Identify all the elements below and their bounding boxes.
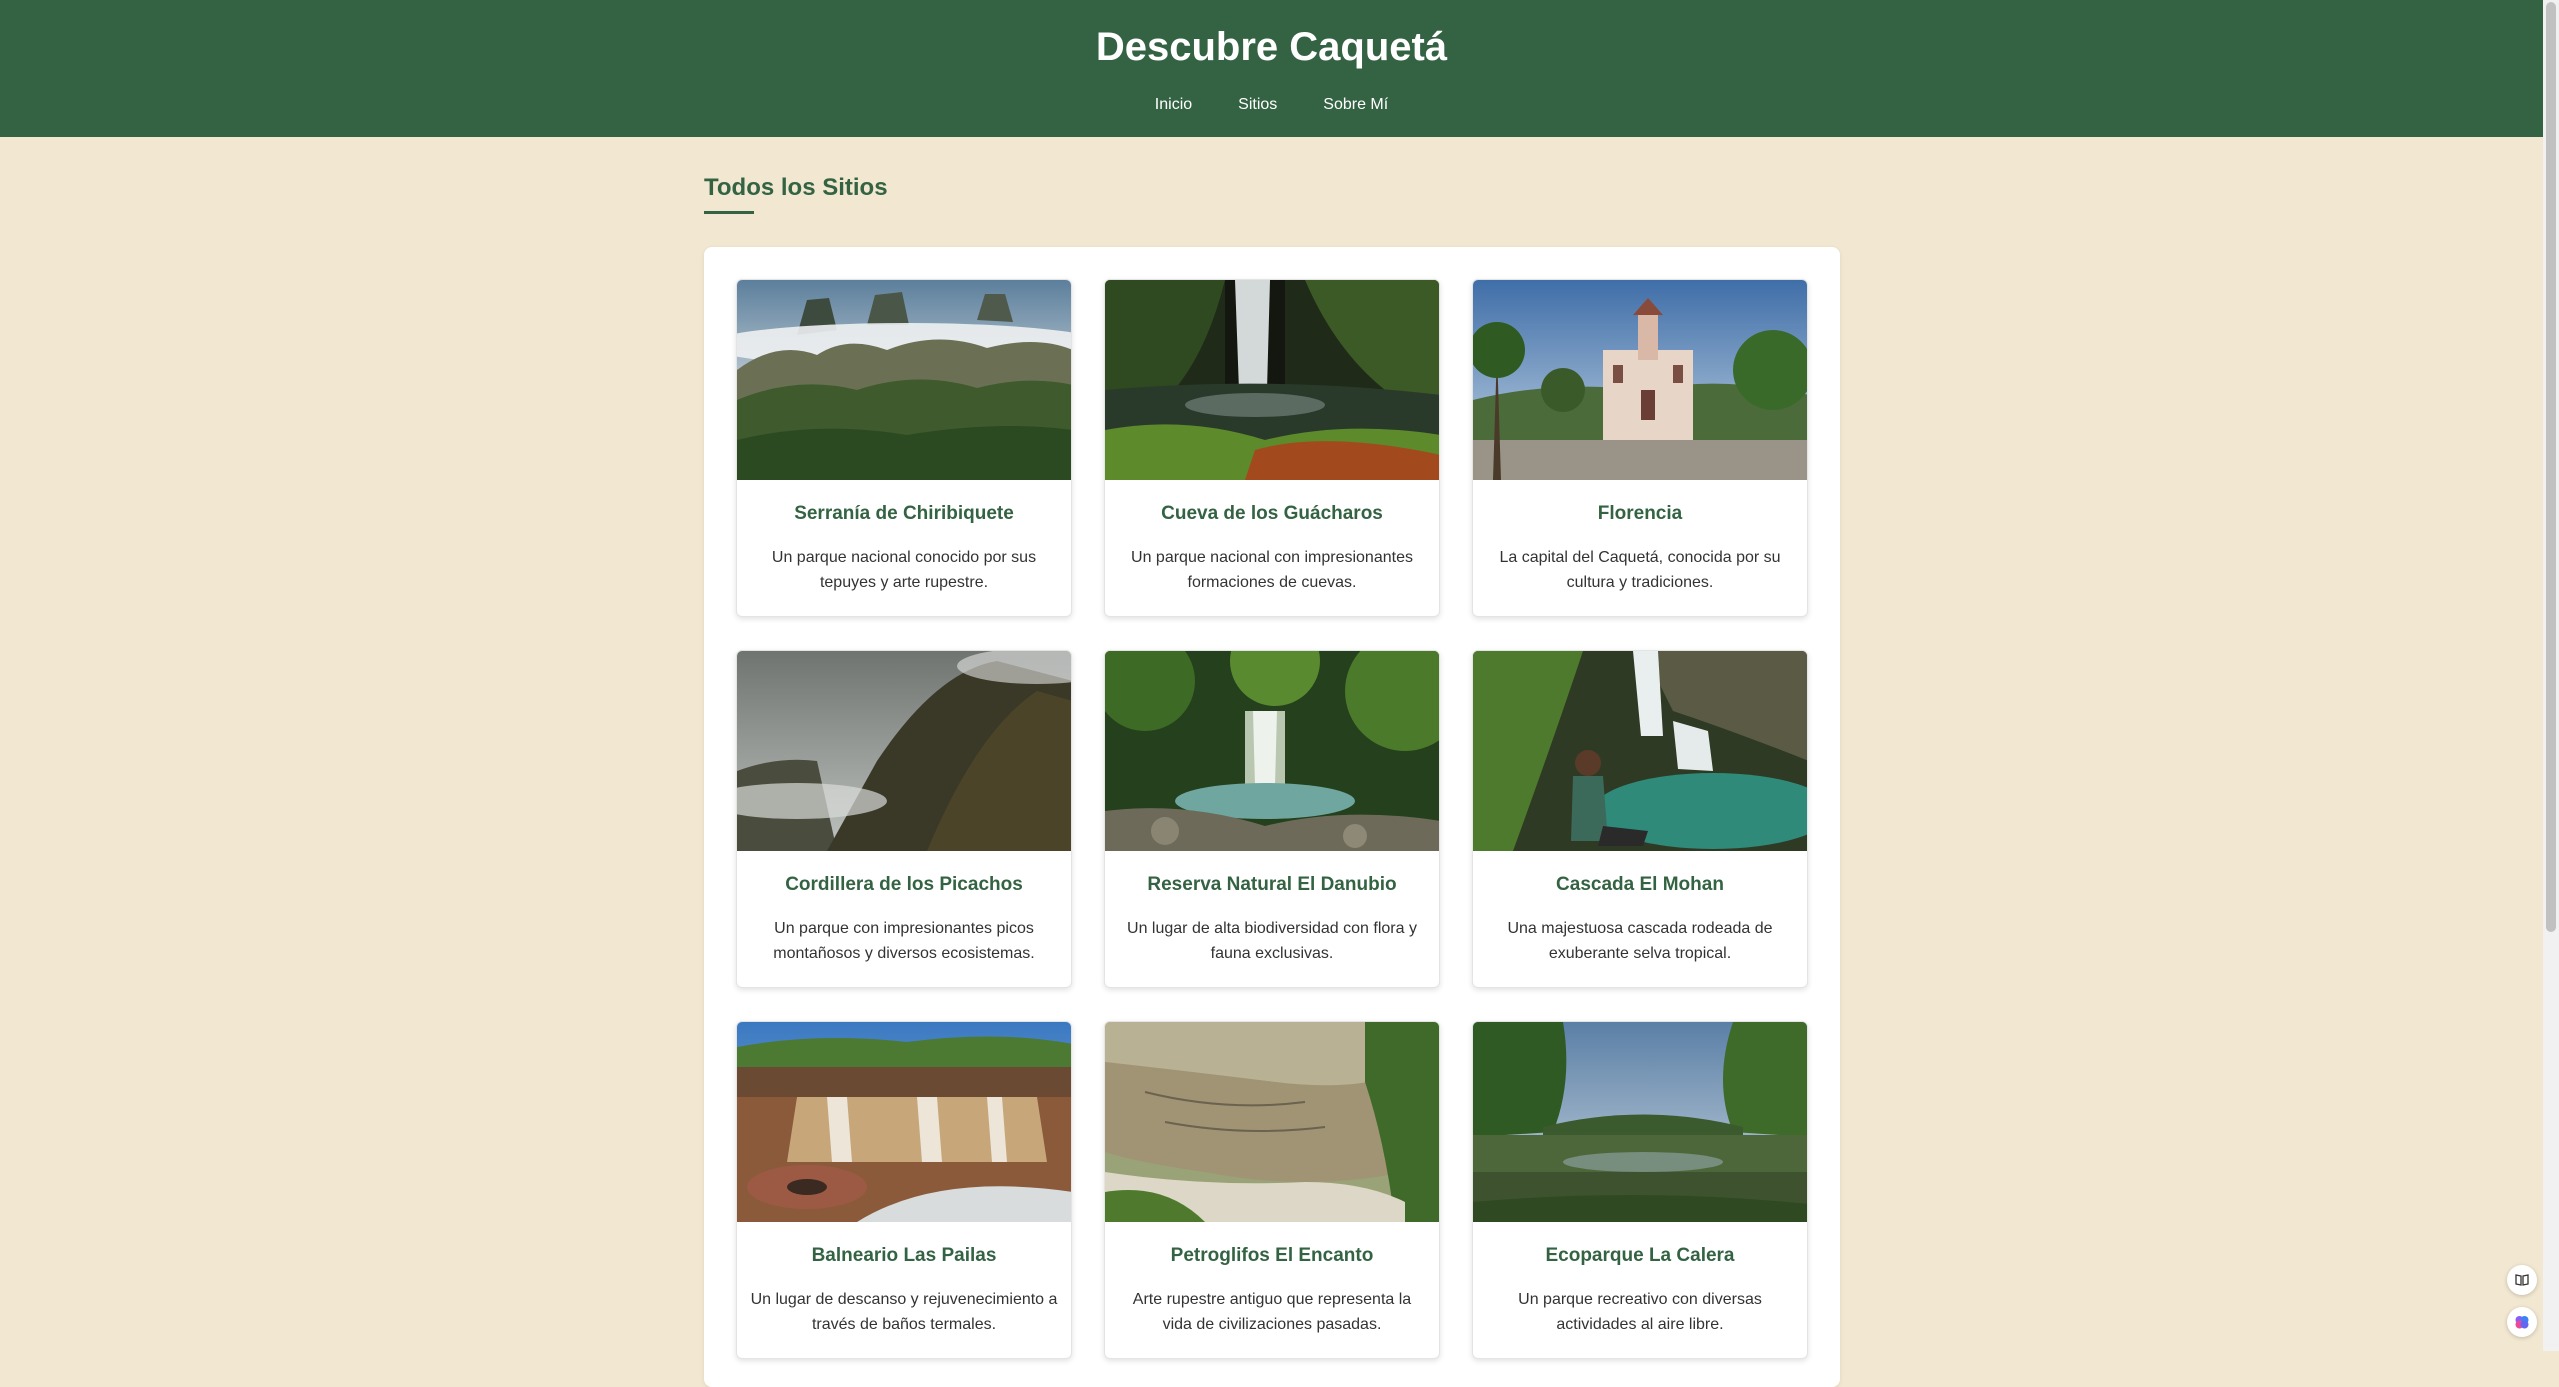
- site-card-description: Una majestuosa cascada rodeada de exuber…: [1507, 920, 1773, 962]
- site-card-title: Serranía de Chiribiquete: [794, 503, 1014, 524]
- site-card-description: Un parque nacional conocido por sus tepu…: [771, 549, 1037, 591]
- site-card-title: Reserva Natural El Danubio: [1147, 874, 1397, 895]
- site-card-description: La capital del Caquetá, conocida por su …: [1499, 549, 1781, 591]
- brain-icon: [2515, 1316, 2529, 1329]
- site-image-chiribiquete: [737, 280, 1071, 480]
- site-header: Descubre Caquetá Inicio Sitios Sobre Mí: [0, 0, 2543, 137]
- section-title: Todos los Sitios: [704, 174, 888, 201]
- site-card-title: Cascada El Mohan: [1556, 874, 1724, 895]
- site-card[interactable]: Ecoparque La Calera Un parque recreativo…: [1472, 1021, 1808, 1359]
- site-image-picachos: [737, 651, 1071, 851]
- site-image-florencia: [1473, 280, 1807, 480]
- nav-sitios[interactable]: Sitios: [1238, 94, 1277, 116]
- section-title-underline: [704, 211, 754, 214]
- site-card[interactable]: Florencia La capital del Caquetá, conoci…: [1472, 279, 1808, 617]
- site-image-calera: [1473, 1022, 1807, 1222]
- site-image-danubio: [1105, 651, 1439, 851]
- assistant-button[interactable]: [2507, 1307, 2537, 1337]
- sites-panel: Serranía de Chiribiquete Un parque nacio…: [704, 247, 1840, 1387]
- site-card-description: Un lugar de alta biodiversidad con flora…: [1127, 920, 1417, 962]
- site-image-mohan: [1473, 651, 1807, 851]
- main-nav: Inicio Sitios Sobre Mí: [0, 94, 2543, 116]
- site-card-description: Un parque recreativo con diversas activi…: [1518, 1291, 1762, 1333]
- site-card-description: Un lugar de descanso y rejuvenecimiento …: [750, 1291, 1058, 1333]
- site-card-title: Balneario Las Pailas: [811, 1245, 997, 1266]
- site-card[interactable]: Petroglifos El Encanto Arte rupestre ant…: [1104, 1021, 1440, 1359]
- scrollbar-thumb[interactable]: [2546, 2, 2556, 932]
- sites-grid: Serranía de Chiribiquete Un parque nacio…: [736, 279, 1808, 1359]
- site-card[interactable]: Cascada El Mohan Una majestuosa cascada …: [1472, 650, 1808, 988]
- site-card[interactable]: Balneario Las Pailas Un lugar de descans…: [736, 1021, 1072, 1359]
- site-card-description: Un parque nacional con impresionantes fo…: [1131, 549, 1413, 591]
- site-card-title: Petroglifos El Encanto: [1170, 1245, 1374, 1266]
- site-card-description: Un parque con impresionantes picos monta…: [773, 920, 1035, 962]
- site-card[interactable]: Cueva de los Guácharos Un parque naciona…: [1104, 279, 1440, 617]
- site-card-title: Cordillera de los Picachos: [785, 874, 1023, 895]
- site-image-encanto: [1105, 1022, 1439, 1222]
- site-card[interactable]: Reserva Natural El Danubio Un lugar de a…: [1104, 650, 1440, 988]
- site-card-title: Ecoparque La Calera: [1545, 1245, 1735, 1266]
- site-card[interactable]: Serranía de Chiribiquete Un parque nacio…: [736, 279, 1072, 617]
- site-image-guacharos: [1105, 280, 1439, 480]
- site-card-title: Cueva de los Guácharos: [1161, 503, 1383, 524]
- site-card[interactable]: Cordillera de los Picachos Un parque con…: [736, 650, 1072, 988]
- book-icon: [2515, 1274, 2529, 1286]
- vertical-scrollbar[interactable]: [2543, 0, 2559, 1351]
- site-image-pailas: [737, 1022, 1071, 1222]
- nav-inicio[interactable]: Inicio: [1155, 94, 1192, 116]
- reader-button[interactable]: [2507, 1265, 2537, 1295]
- site-title: Descubre Caquetá: [1095, 25, 1448, 69]
- site-card-title: Florencia: [1597, 503, 1683, 524]
- site-card-description: Arte rupestre antiguo que representa la …: [1132, 1291, 1412, 1333]
- main-content: Todos los Sitios Serranía de Chiribiquet…: [0, 137, 2543, 1387]
- nav-sobre-mi[interactable]: Sobre Mí: [1323, 94, 1388, 116]
